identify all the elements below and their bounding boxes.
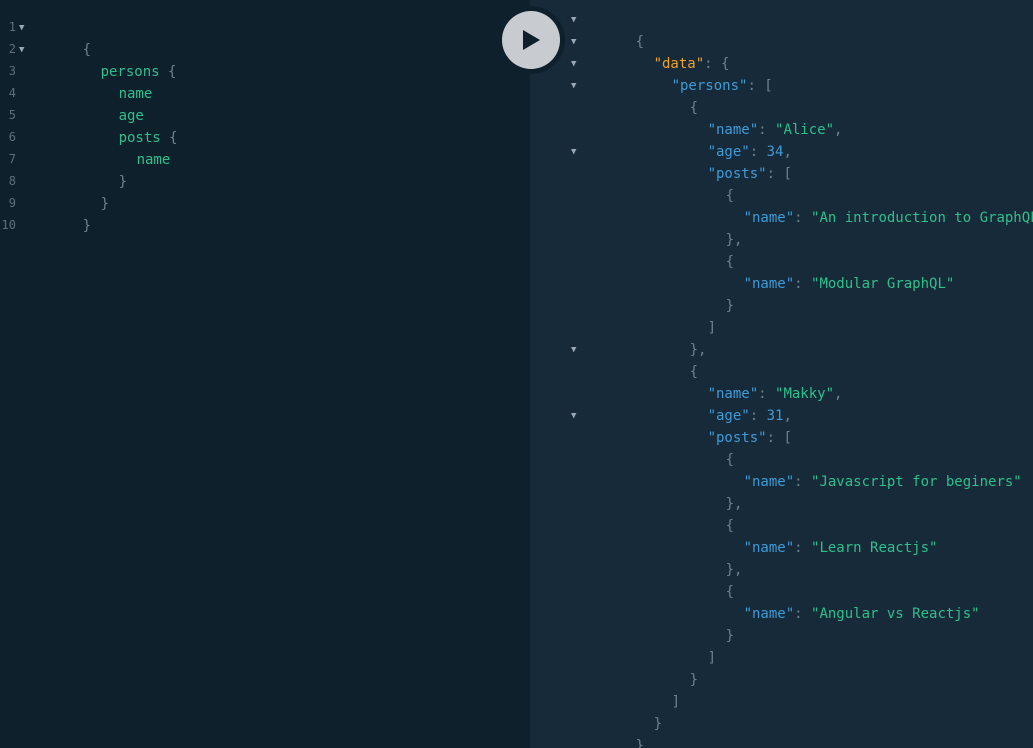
json-line: "age": 31, xyxy=(707,408,792,424)
line-number: 6 xyxy=(8,130,16,144)
json-line: { xyxy=(635,34,645,50)
json-line: { xyxy=(725,518,735,534)
code-line: name xyxy=(136,152,171,168)
result-viewer[interactable]: ▼ ▼ ▼ ▼ ▼ ▼ ▼ { "data": { "persons": [ {… xyxy=(530,0,1033,748)
json-line: "name": "Learn Reactjs" xyxy=(743,540,938,556)
code-line: posts { xyxy=(118,130,178,146)
json-line: "name": "Alice", xyxy=(707,122,843,138)
line-number: 9 xyxy=(8,196,16,210)
fold-arrow-icon[interactable]: ▼ xyxy=(571,9,576,31)
fold-arrow-icon[interactable]: ▼ xyxy=(571,339,576,361)
code-line: } xyxy=(82,218,92,234)
fold-arrow-icon[interactable]: ▼ xyxy=(571,75,576,97)
json-line: ] xyxy=(671,694,681,710)
fold-arrow-icon[interactable]: ▼ xyxy=(571,141,576,163)
line-number: 1 xyxy=(8,20,16,34)
json-line: } xyxy=(653,716,663,732)
json-line: { xyxy=(725,188,735,204)
json-line: } xyxy=(689,672,699,688)
json-line: } xyxy=(725,628,735,644)
line-number: 2 xyxy=(8,42,16,56)
json-line: ] xyxy=(707,320,717,336)
json-line: "posts": [ xyxy=(707,166,792,182)
json-line: { xyxy=(725,452,735,468)
code-line: } xyxy=(100,196,110,212)
line-number: 8 xyxy=(8,174,16,188)
line-number: 10 xyxy=(1,218,16,232)
code-line: persons { xyxy=(100,64,177,80)
graphiql-app: 1 2 3 4 5 6 7 8 9 10 ▼ ▼ { persons { nam… xyxy=(0,0,1033,748)
json-line: "name": "Modular GraphQL" xyxy=(743,276,955,292)
json-line: }, xyxy=(725,496,743,512)
line-number: 4 xyxy=(8,86,16,100)
code-line: { xyxy=(82,42,92,58)
fold-arrow-icon[interactable]: ▼ xyxy=(571,53,576,75)
json-line: { xyxy=(725,254,735,270)
line-number: 3 xyxy=(8,64,16,78)
json-line: "name": "An introduction to GraphQL" xyxy=(743,210,1033,226)
json-line: "persons": [ xyxy=(671,78,773,94)
json-line: "name": "Makky", xyxy=(707,386,843,402)
json-line: { xyxy=(689,364,699,380)
fold-arrow-icon[interactable]: ▼ xyxy=(19,39,24,61)
json-line: }, xyxy=(725,562,743,578)
json-line: "name": "Angular vs Reactjs" xyxy=(743,606,980,622)
code-line: age xyxy=(118,108,144,124)
line-number: 5 xyxy=(8,108,16,122)
json-line: "data": { xyxy=(653,56,730,72)
json-line: "name": "Javascript for beginers" xyxy=(743,474,1022,490)
play-icon xyxy=(523,30,540,50)
code-line: name xyxy=(118,86,153,102)
json-line: }, xyxy=(689,342,707,358)
query-editor[interactable]: 1 2 3 4 5 6 7 8 9 10 ▼ ▼ { persons { nam… xyxy=(0,0,530,748)
json-line: "posts": [ xyxy=(707,430,792,446)
code-line: } xyxy=(118,174,128,190)
execute-button-face[interactable] xyxy=(502,11,560,69)
line-number: 7 xyxy=(8,152,16,166)
fold-arrow-icon[interactable]: ▼ xyxy=(571,31,576,53)
json-line: { xyxy=(725,584,735,600)
fold-arrow-icon[interactable]: ▼ xyxy=(19,17,24,39)
execute-query-button[interactable] xyxy=(497,6,565,74)
json-line: { xyxy=(689,100,699,116)
json-line: ] xyxy=(707,650,717,666)
json-line: "age": 34, xyxy=(707,144,792,160)
fold-arrow-icon[interactable]: ▼ xyxy=(571,405,576,427)
json-line: } xyxy=(725,298,735,314)
json-line: } xyxy=(635,738,645,748)
json-line: }, xyxy=(725,232,743,248)
